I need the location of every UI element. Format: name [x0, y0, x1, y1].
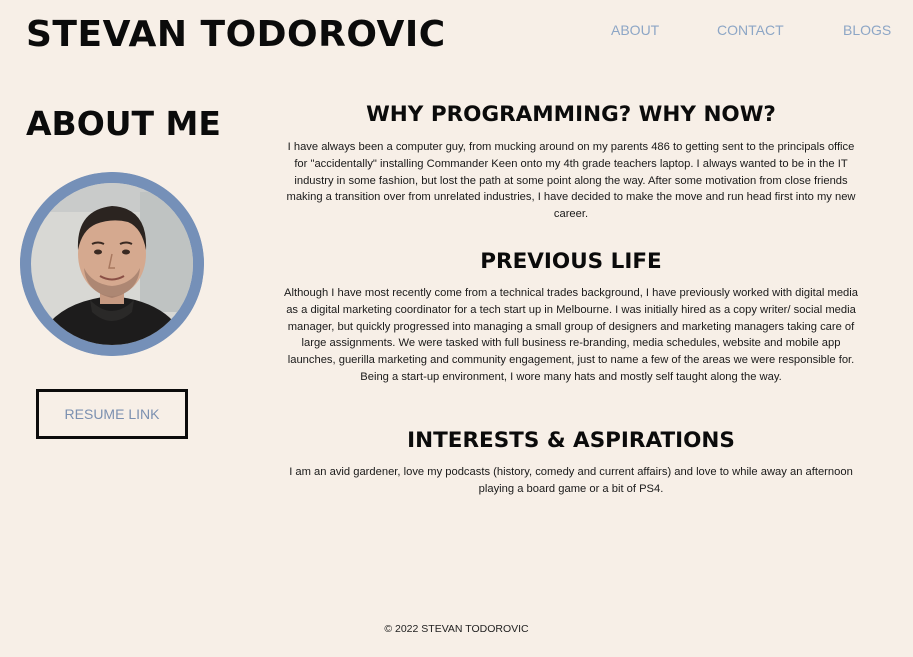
footer-copyright: © 2022 STEVAN TODOROVIC — [384, 623, 529, 635]
profile-photo — [20, 172, 204, 356]
resume-link-button[interactable]: RESUME LINK — [36, 389, 188, 439]
nav-link-about[interactable]: ABOUT — [611, 22, 659, 38]
section-title-interests: INTERESTS & ASPIRATIONS — [407, 428, 735, 453]
about-me-heading: ABOUT ME — [26, 104, 221, 143]
section-text-previous-life: Although I have most recently come from … — [284, 287, 858, 383]
section-text-why-programming: I have always been a computer guy, from … — [286, 141, 856, 221]
profile-avatar — [20, 172, 204, 356]
nav-link-contact[interactable]: CONTACT — [717, 22, 784, 38]
nav-link-blogs[interactable]: BLOGS — [843, 22, 891, 38]
page: STEVAN TODOROVIC ABOUT CONTACT BLOGS ABO… — [0, 0, 913, 657]
section-title-previous-life: PREVIOUS LIFE — [480, 249, 662, 274]
main-nav: ABOUT CONTACT BLOGS — [0, 22, 913, 42]
section-title-why-programming: WHY PROGRAMMING? WHY NOW? — [366, 102, 776, 127]
section-text-interests: I am an avid gardener, love my podcasts … — [289, 466, 853, 495]
